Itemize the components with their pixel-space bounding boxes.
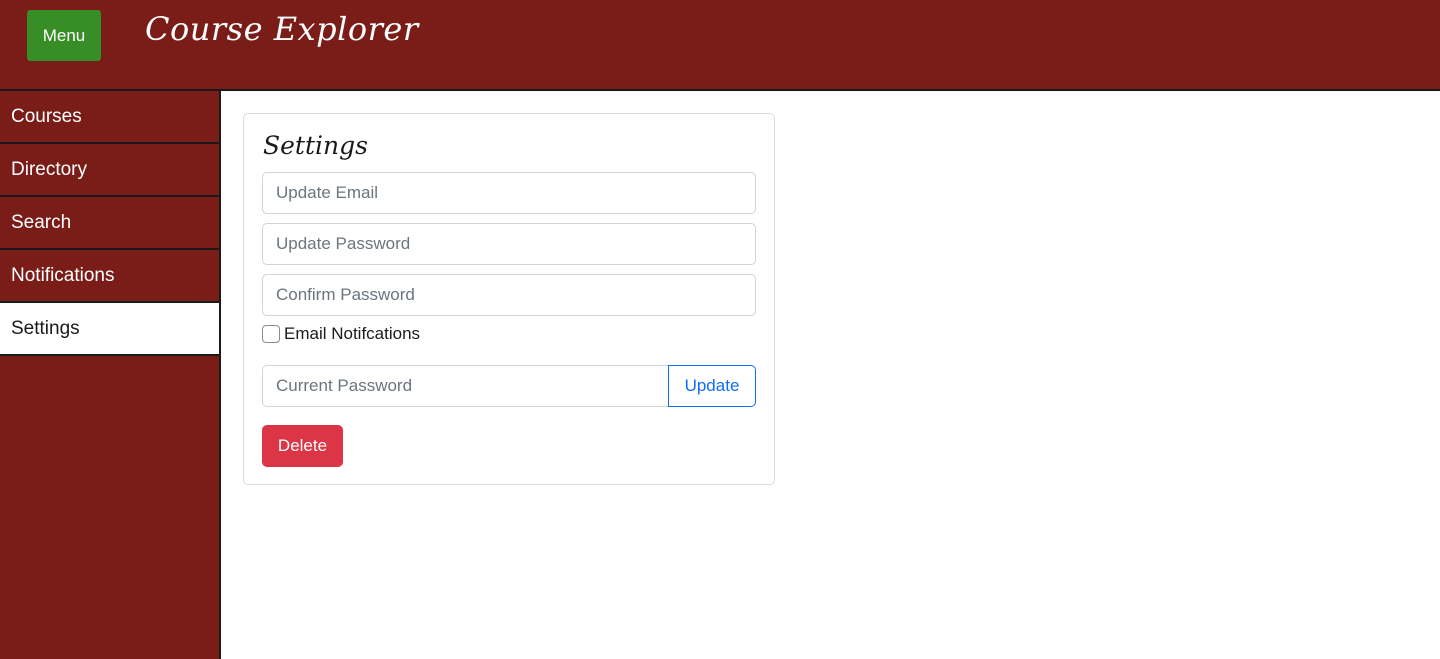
current-password-group: Update (262, 365, 756, 407)
email-notifications-checkbox[interactable] (262, 325, 280, 343)
app-header: Menu Course Explorer (0, 0, 1440, 91)
sidebar-item-directory[interactable]: Directory (0, 144, 219, 197)
update-password-input[interactable] (262, 223, 756, 265)
email-notifications-row: Email Notifcations (262, 324, 420, 344)
update-email-input[interactable] (262, 172, 756, 214)
sidebar-item-search[interactable]: Search (0, 197, 219, 250)
delete-button[interactable]: Delete (262, 425, 343, 467)
settings-title: Settings (263, 131, 368, 160)
menu-button[interactable]: Menu (27, 10, 101, 61)
current-password-input[interactable] (262, 365, 668, 407)
settings-card: Settings Email Notifcations Update Delet… (243, 113, 775, 485)
update-button[interactable]: Update (668, 365, 756, 407)
app-title: Course Explorer (145, 10, 419, 48)
sidebar: Courses Directory Search Notifications S… (0, 91, 221, 659)
email-notifications-label: Email Notifcations (284, 324, 421, 343)
sidebar-item-settings[interactable]: Settings (0, 303, 219, 356)
confirm-password-input[interactable] (262, 274, 756, 316)
sidebar-item-notifications[interactable]: Notifications (0, 250, 219, 303)
sidebar-item-courses[interactable]: Courses (0, 91, 219, 144)
